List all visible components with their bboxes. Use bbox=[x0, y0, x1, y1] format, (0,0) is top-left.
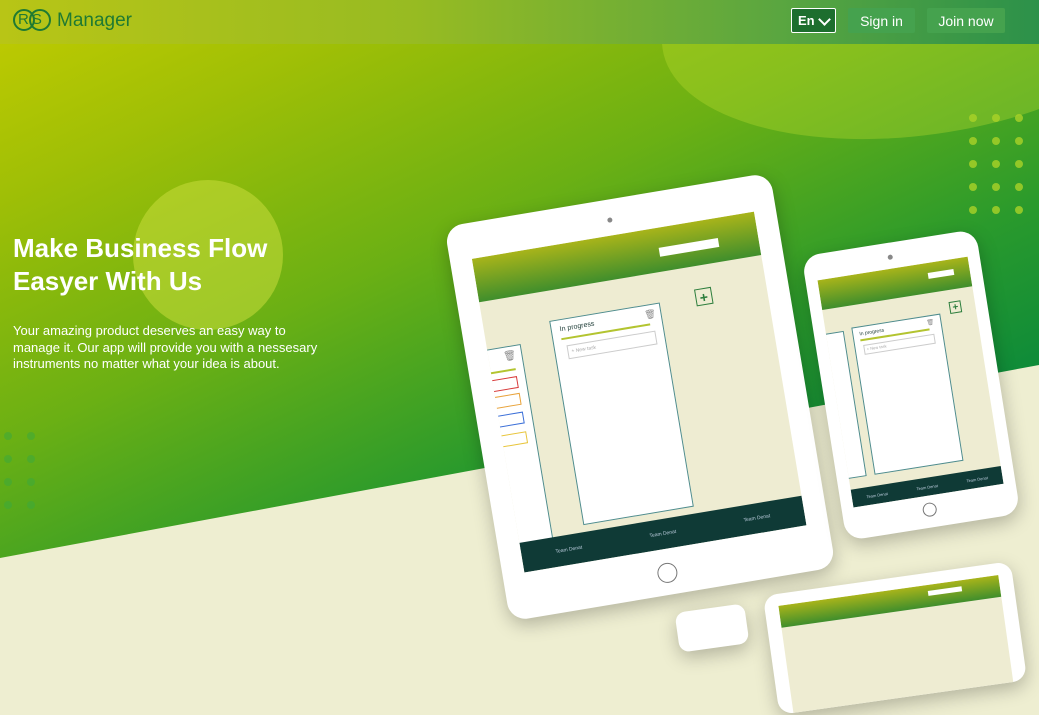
column-preview: 🗑 bbox=[471, 343, 554, 554]
brand-name: Manager bbox=[57, 10, 132, 31]
app-header-preview bbox=[471, 211, 762, 303]
top-navigation-bar: RS Manager En Sign in Join now bbox=[0, 0, 1039, 44]
laptop-mockup bbox=[762, 561, 1028, 715]
footer-link: Team Denat bbox=[743, 513, 771, 524]
app-screen-preview bbox=[778, 575, 1014, 715]
footer-link: Team Denat bbox=[866, 490, 889, 499]
app-header-preview bbox=[778, 575, 1002, 628]
footer-link: Team Denat bbox=[555, 544, 583, 556]
decorative-dot-grid bbox=[969, 114, 1023, 214]
camera-icon bbox=[887, 254, 894, 261]
home-button-icon bbox=[655, 561, 679, 585]
hero-title: Make Business Flow Easyer With Us bbox=[13, 233, 268, 296]
camera-icon bbox=[607, 217, 613, 223]
plus-icon: + bbox=[694, 286, 714, 307]
label-pill bbox=[484, 431, 529, 451]
trash-icon: 🗑 bbox=[926, 319, 935, 327]
join-now-button[interactable]: Join now bbox=[927, 8, 1005, 33]
trash-icon: 🗑 bbox=[643, 308, 657, 321]
trash-icon: 🗑 bbox=[502, 349, 518, 363]
column-in-progress: In progress 🗑 + New task bbox=[851, 313, 964, 475]
footer-link: Team Denat bbox=[966, 474, 989, 483]
footer-link: Team Denat bbox=[916, 482, 939, 491]
decorative-dot-grid-left bbox=[4, 432, 35, 509]
label-pill bbox=[475, 376, 519, 395]
sign-in-button[interactable]: Sign in bbox=[848, 8, 915, 33]
language-value: En bbox=[798, 13, 815, 28]
label-pill bbox=[481, 411, 525, 431]
home-button-icon bbox=[921, 501, 938, 518]
plus-icon: + bbox=[948, 300, 963, 314]
language-select[interactable]: En bbox=[791, 8, 836, 33]
phone-mockup bbox=[674, 603, 750, 653]
footer-link: Team Denat bbox=[649, 528, 677, 540]
app-screen-preview: + 🗑 In progress 🗑 + New task Team Denat … bbox=[471, 211, 807, 573]
brand-logo[interactable]: RS Manager bbox=[13, 9, 132, 33]
chevron-down-icon bbox=[818, 13, 831, 26]
logo-icon: RS bbox=[13, 9, 53, 33]
tablet-mockup-large: + 🗑 In progress 🗑 + New task Team Denat … bbox=[444, 172, 836, 622]
hero-description: Your amazing product deserves an easy wa… bbox=[13, 323, 318, 371]
label-pill bbox=[478, 392, 522, 412]
column-in-progress: In progress 🗑 + New task bbox=[549, 302, 694, 526]
app-screen-preview: + In progress 🗑 + New task Team Denat Te… bbox=[817, 256, 1004, 508]
column-title: In progress bbox=[559, 320, 595, 334]
